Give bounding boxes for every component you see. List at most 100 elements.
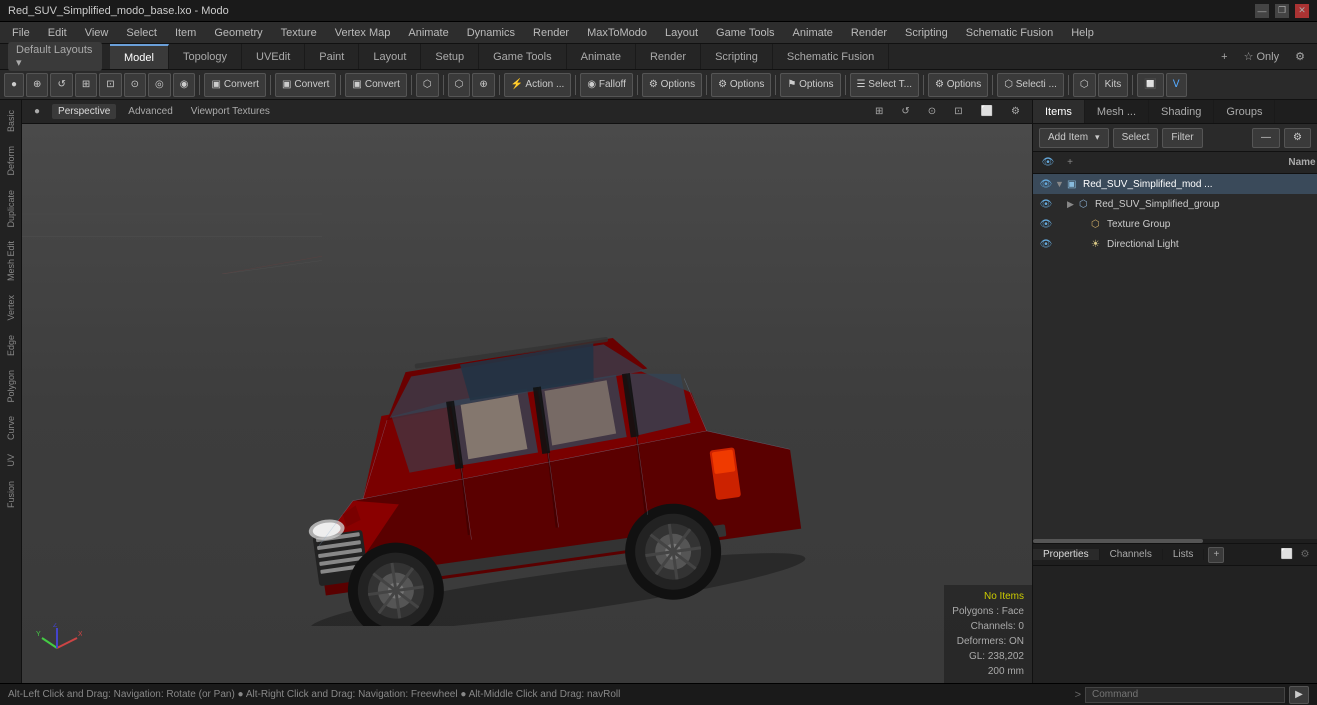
items-filter-icon[interactable]: ⚙	[1284, 128, 1311, 148]
tool-sphere-icon[interactable]: ◎	[148, 73, 171, 97]
menu-geometry[interactable]: Geometry	[206, 25, 270, 41]
options-button-1[interactable]: ⚙ Options	[642, 73, 702, 97]
sidebar-item-basic[interactable]: Basic	[3, 104, 19, 138]
prop-tab-channels[interactable]: Channels	[1100, 549, 1163, 560]
convert-button-2[interactable]: ▣ Convert	[275, 73, 336, 97]
layout-label[interactable]: Default Layouts ▾	[8, 42, 102, 71]
list-item[interactable]: 👁 ▼ ▣ Red_SUV_Simplified_mod ...	[1033, 174, 1317, 194]
vp-nav-2[interactable]: ↺	[895, 104, 915, 119]
menu-texture[interactable]: Texture	[273, 25, 325, 41]
items-scrollbar-up[interactable]: —	[1252, 128, 1280, 148]
tool-pen-icon[interactable]: ◉	[173, 73, 196, 97]
options-button-3[interactable]: ⚑ Options	[780, 73, 840, 97]
tab-animate[interactable]: Animate	[567, 44, 636, 69]
rp-tab-shading[interactable]: Shading	[1149, 100, 1214, 123]
tool-hex-icon[interactable]: ⬡	[416, 73, 439, 97]
sidebar-item-uv[interactable]: UV	[3, 448, 19, 473]
tab-layout[interactable]: Layout	[359, 44, 421, 69]
viewport-icon[interactable]: 🔲	[1137, 73, 1163, 97]
vp-nav-3[interactable]: ⊙	[922, 104, 942, 119]
minimize-button[interactable]: —	[1255, 4, 1269, 18]
rp-tab-items[interactable]: Items	[1033, 100, 1085, 123]
tab-paint[interactable]: Paint	[305, 44, 359, 69]
rp-tab-mesh[interactable]: Mesh ...	[1085, 100, 1149, 123]
maximize-button[interactable]: ❐	[1275, 4, 1289, 18]
menu-vertexmap[interactable]: Vertex Map	[327, 25, 399, 41]
tab-topology[interactable]: Topology	[169, 44, 242, 69]
item-visibility-1[interactable]: 👁	[1037, 175, 1055, 193]
vp-settings-icon[interactable]: ⚙	[1005, 104, 1026, 119]
menu-schematic[interactable]: Schematic Fusion	[958, 25, 1061, 41]
tab-perspective[interactable]: Perspective	[52, 104, 116, 119]
props-settings-icon[interactable]: ⚙	[1297, 547, 1313, 563]
menu-animate2[interactable]: Animate	[785, 25, 841, 41]
falloff-button[interactable]: ◉ Falloff	[580, 73, 633, 97]
tab-uvedit[interactable]: UVEdit	[242, 44, 305, 69]
sidebar-item-duplicate[interactable]: Duplicate	[3, 184, 19, 234]
item-visibility-4[interactable]: 👁	[1037, 235, 1055, 253]
tool-scale-icon[interactable]: ⊞	[75, 73, 97, 97]
filter-button[interactable]: Filter	[1162, 128, 1202, 148]
tab-scripting[interactable]: Scripting	[701, 44, 773, 69]
menu-file[interactable]: File	[4, 25, 38, 41]
sidebar-item-vertex[interactable]: Vertex	[3, 289, 19, 327]
props-add-button[interactable]: +	[1208, 547, 1224, 563]
item-arrow-2[interactable]: ▶	[1067, 199, 1077, 210]
tab-render[interactable]: Render	[636, 44, 701, 69]
item-visibility-2[interactable]: 👁	[1037, 195, 1055, 213]
select-t-button[interactable]: ☰ Select T...	[850, 73, 919, 97]
tab-advanced[interactable]: Advanced	[122, 104, 178, 119]
tab-schematic[interactable]: Schematic Fusion	[773, 44, 889, 69]
tab-model[interactable]: Model	[110, 44, 169, 69]
layout-selector[interactable]: Default Layouts ▾	[0, 44, 110, 69]
command-input[interactable]	[1085, 687, 1285, 703]
sidebar-item-curve[interactable]: Curve	[3, 410, 19, 446]
window-controls[interactable]: — ❐ ✕	[1255, 4, 1309, 18]
select-button[interactable]: Select	[1113, 128, 1159, 148]
unreal-icon[interactable]: Ⅴ	[1166, 73, 1187, 97]
viewport[interactable]: ● Perspective Advanced Viewport Textures…	[22, 100, 1032, 683]
prop-tab-lists[interactable]: Lists	[1163, 549, 1205, 560]
tool-circle-icon[interactable]: ⊙	[124, 73, 146, 97]
tool-box-icon[interactable]: ⊡	[99, 73, 121, 97]
sidebar-item-polygon[interactable]: Polygon	[3, 364, 19, 409]
plus-icon[interactable]: +	[1061, 154, 1079, 172]
menu-layout[interactable]: Layout	[657, 25, 706, 41]
menu-view[interactable]: View	[77, 25, 117, 41]
add-item-button[interactable]: Add Item	[1039, 128, 1109, 148]
tab-setup[interactable]: Setup	[421, 44, 479, 69]
sidebar-item-edge[interactable]: Edge	[3, 329, 19, 362]
convert-button-1[interactable]: ▣ Convert	[204, 73, 265, 97]
kits-button[interactable]: Kits	[1098, 73, 1129, 97]
tool-hex2-icon[interactable]: ⬡	[448, 73, 471, 97]
list-item[interactable]: 👁 ▶ ⬡ Texture Group	[1033, 214, 1317, 234]
tool-move-icon[interactable]: ⊕	[26, 73, 48, 97]
menu-help[interactable]: Help	[1063, 25, 1102, 41]
list-item[interactable]: 👁 ▶ ☀ Directional Light	[1033, 234, 1317, 254]
item-arrow-3[interactable]: ▶	[1079, 219, 1089, 230]
tab-gametools[interactable]: Game Tools	[479, 44, 567, 69]
props-expand-icon[interactable]: ⬜	[1279, 547, 1295, 563]
add-tab-button[interactable]: +	[1215, 49, 1233, 65]
options-button-4[interactable]: ⚙ Options	[928, 73, 988, 97]
menu-dynamics[interactable]: Dynamics	[459, 25, 523, 41]
menu-render2[interactable]: Render	[843, 25, 895, 41]
vp-nav-1[interactable]: ⊞	[869, 104, 889, 119]
sidebar-item-deform[interactable]: Deform	[3, 140, 19, 182]
viewport-dot[interactable]: ●	[28, 104, 46, 119]
action-button[interactable]: ⚡ Action ...	[504, 73, 572, 97]
item-arrow-1[interactable]: ▼	[1055, 179, 1065, 189]
rp-tab-groups[interactable]: Groups	[1214, 100, 1275, 123]
options-button-2[interactable]: ⚙ Options	[711, 73, 771, 97]
kits-icon[interactable]: ⬡	[1073, 73, 1096, 97]
vp-nav-5[interactable]: ⬜	[975, 104, 999, 119]
selecti-button[interactable]: ⬡ Selecti ...	[997, 73, 1064, 97]
convert-button-3[interactable]: ▣ Convert	[345, 73, 406, 97]
menu-animate[interactable]: Animate	[400, 25, 456, 41]
menu-select[interactable]: Select	[118, 25, 165, 41]
menu-render[interactable]: Render	[525, 25, 577, 41]
menu-edit[interactable]: Edit	[40, 25, 75, 41]
only-button[interactable]: ☆ Only	[1238, 48, 1286, 65]
prop-tab-properties[interactable]: Properties	[1033, 549, 1100, 560]
item-arrow-4[interactable]: ▶	[1079, 239, 1089, 250]
